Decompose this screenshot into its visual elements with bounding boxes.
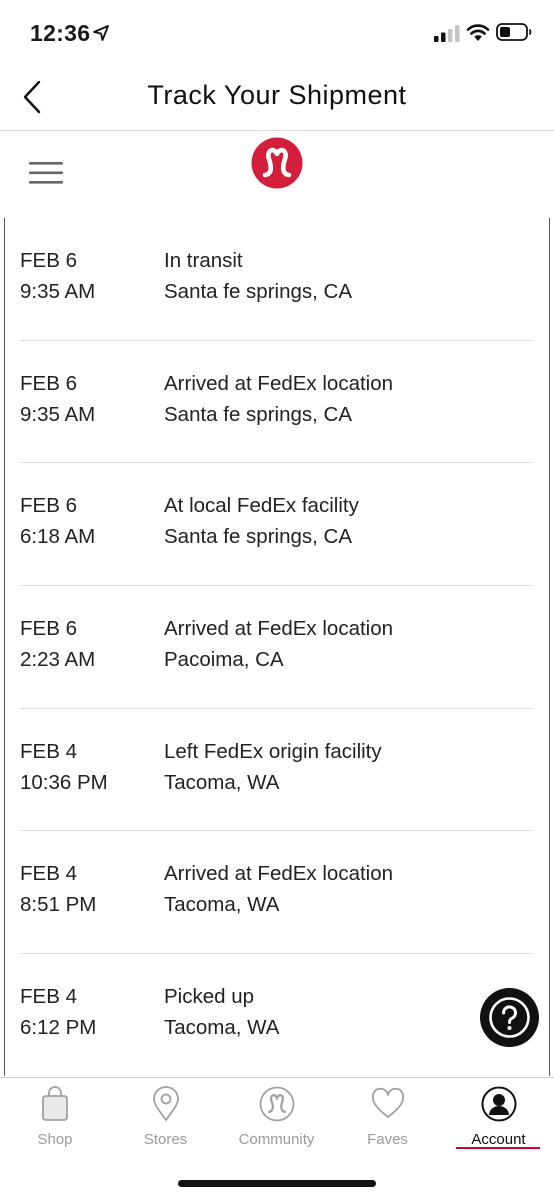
event-time: 9:35 AM [20,402,96,426]
lululemon-logo[interactable] [251,137,303,189]
heart-icon [371,1087,404,1118]
help-button[interactable] [480,988,539,1047]
event-date: FEB 6 [20,371,77,395]
event-time: 2:23 AM [20,648,96,672]
event-time: 8:51 PM [20,893,97,917]
event-location: Santa fe springs, CA [164,280,353,303]
tracking-event: FEB 4 10:36 PM Left FedEx origin facilit… [20,709,533,832]
tab-stores[interactable]: Stores [110,1078,221,1158]
lululemon-logo-icon [259,1086,294,1122]
tracking-event: FEB 6 6:18 AM At local FedEx facility Sa… [20,463,533,587]
tracking-event: FEB 4 6:12 PM Picked up Tacoma, WA [20,954,533,1076]
tracking-event: FEB 4 8:51 PM Arrived at FedEx location … [20,831,533,955]
event-status: Arrived at FedEx location [164,862,394,886]
tab-faves[interactable]: Faves [332,1078,443,1158]
tab-label: Community [238,1131,315,1148]
event-location: Pacoima, CA [164,648,284,672]
cellular-signal-icon [434,25,460,42]
location-arrow-icon [93,25,109,41]
tab-label: Account [471,1131,526,1148]
navigation-bar: Track Your Shipment [0,64,554,131]
event-time: 9:35 AM [20,280,96,303]
event-status: Left FedEx origin facility [164,739,382,763]
event-time: 6:12 PM [20,1016,97,1040]
tab-label: Faves [367,1131,408,1148]
tab-label: Stores [143,1131,188,1148]
help-question-icon [489,997,530,1038]
tab-shop[interactable]: Shop [0,1078,110,1158]
event-status: Arrived at FedEx location [164,371,394,395]
wifi-icon [466,24,490,41]
status-time: 12:36 [30,20,91,46]
event-date: FEB 6 [20,494,77,518]
account-icon [481,1086,516,1122]
tab-label: Shop [37,1131,73,1148]
shopping-bag-icon [42,1086,68,1121]
event-time: 6:18 AM [20,525,96,549]
map-pin-icon [152,1086,179,1122]
brand-header [0,132,554,218]
event-date: FEB 4 [20,985,77,1009]
event-date: FEB 4 [20,739,77,763]
event-status: In transit [164,249,243,272]
tracking-event: FEB 6 9:35 AM In transit Santa fe spring… [20,218,533,341]
event-status: Arrived at FedEx location [164,617,394,641]
status-bar: 12:36 [0,0,554,64]
event-location: Tacoma, WA [164,770,280,794]
event-status: At local FedEx facility [164,494,359,518]
event-location: Santa fe springs, CA [164,525,353,549]
event-location: Tacoma, WA [164,893,280,917]
event-location: Tacoma, WA [164,1016,280,1040]
active-tab-indicator [456,1147,540,1149]
tab-account[interactable]: Account [443,1078,554,1158]
event-time: 10:36 PM [20,770,108,794]
event-date: FEB 4 [20,862,77,886]
event-status: Picked up [164,985,255,1009]
tab-community[interactable]: Community [221,1078,332,1158]
home-indicator[interactable] [178,1180,376,1187]
page-title: Track Your Shipment [147,80,407,110]
tracking-event: FEB 6 2:23 AM Arrived at FedEx location … [20,586,533,709]
event-date: FEB 6 [20,617,77,641]
event-date: FEB 6 [20,249,77,272]
hamburger-menu-icon[interactable] [29,162,63,184]
tracking-events-list[interactable]: FEB 6 9:35 AM In transit Santa fe spring… [4,218,550,1076]
battery-icon [496,23,532,41]
event-location: Santa fe springs, CA [164,402,353,426]
tracking-event: FEB 6 9:35 AM Arrived at FedEx location … [20,341,533,464]
